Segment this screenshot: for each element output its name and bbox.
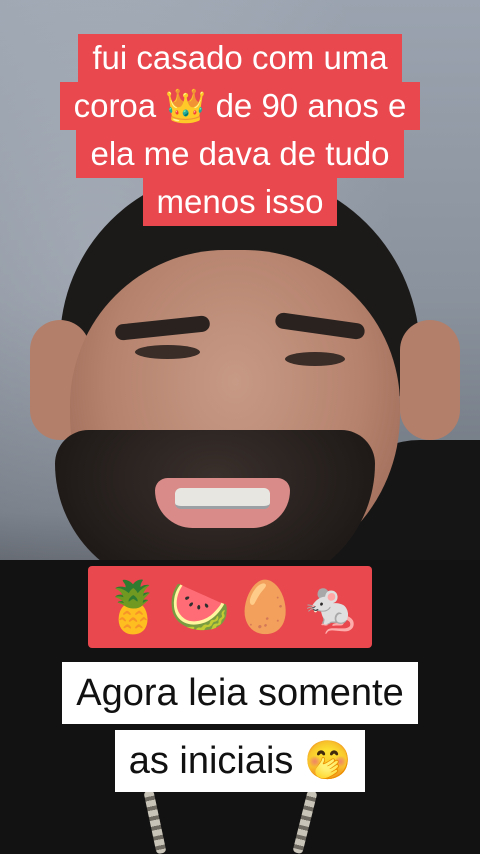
pineapple-icon: 🍍 <box>102 579 165 635</box>
emoji-sticker: 🍍 🍉 🥚 🐁 <box>88 566 372 648</box>
caption-line-3: ela me dava de tudo <box>76 130 404 178</box>
bottom-caption-line-2: as iniciais 🤭 <box>114 730 366 792</box>
right-eye <box>285 352 345 366</box>
right-ear <box>400 320 460 440</box>
watermelon-icon: 🍉 <box>168 579 231 635</box>
caption-line-2: coroa 👑 de 90 anos e <box>59 82 421 130</box>
teeth-braces <box>175 488 270 509</box>
egg-icon: 🥚 <box>234 579 297 635</box>
bottom-caption-line-1: Agora leia somente <box>62 662 418 724</box>
caption-line-4: menos isso <box>142 178 338 226</box>
top-caption: fui casado com uma coroa 👑 de 90 anos e … <box>0 34 480 226</box>
bottom-caption: Agora leia somente as iniciais 🤭 <box>0 662 480 792</box>
mouse-icon: 🐁 <box>300 579 363 635</box>
left-eye <box>135 345 200 359</box>
caption-line-1: fui casado com uma <box>78 34 402 82</box>
